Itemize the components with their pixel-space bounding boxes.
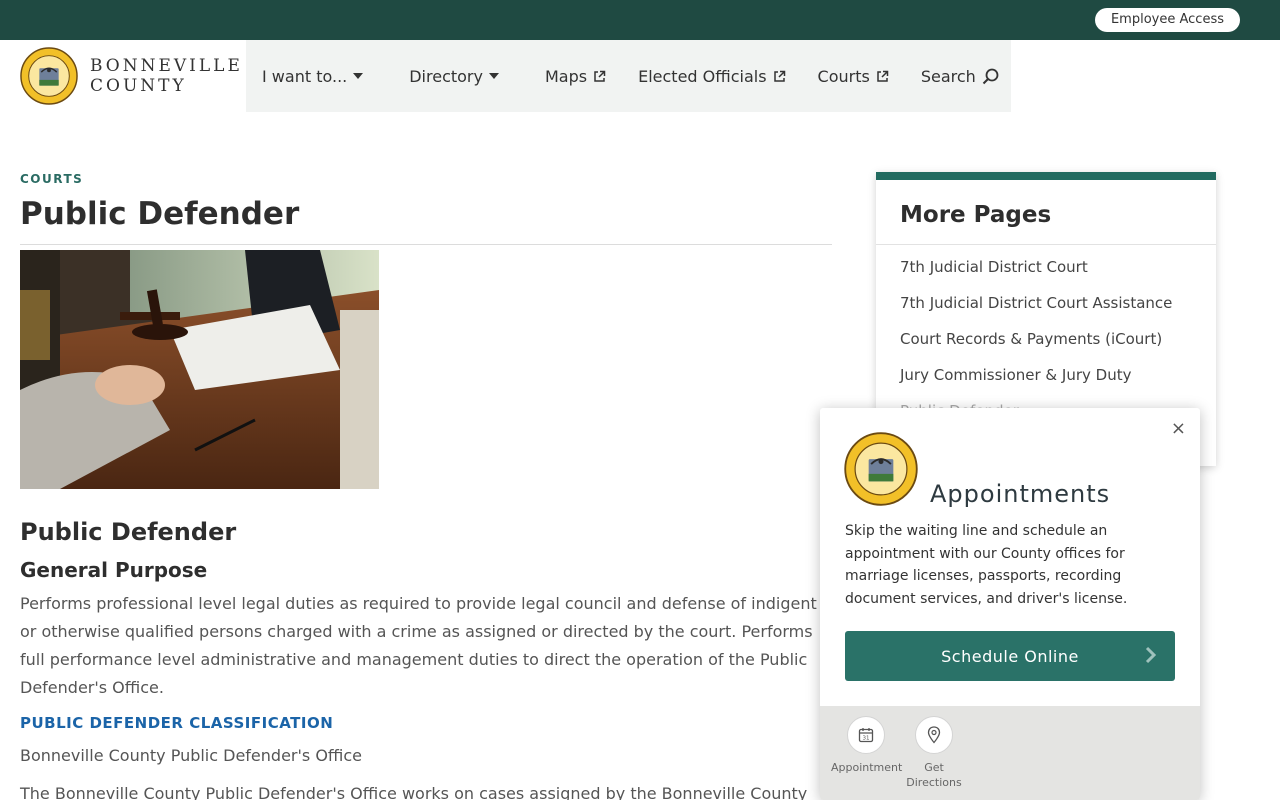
nav-i-want-to-label: I want to... bbox=[262, 66, 348, 86]
logo-wordmark: BONNEVILLE COUNTY bbox=[90, 56, 243, 96]
logo-line-2: COUNTY bbox=[90, 76, 187, 96]
appointments-footer: 31 Appointment Get Directions bbox=[820, 706, 1200, 800]
schedule-online-label: Schedule Online bbox=[941, 646, 1079, 666]
more-pages-item[interactable]: Court Records & Payments (iCourt) bbox=[900, 328, 1172, 364]
appointments-popup: × Appointments Skip the waiting line and… bbox=[820, 408, 1200, 800]
caret-down-icon bbox=[488, 73, 499, 79]
appointment-shortcut[interactable]: 31 Appointment bbox=[831, 716, 903, 775]
more-pages-item[interactable]: 7th Judicial District Court bbox=[900, 256, 1172, 292]
county-seal-icon bbox=[20, 47, 78, 105]
nav-search-label: Search bbox=[920, 66, 976, 86]
calendar-icon-day: 31 bbox=[863, 736, 870, 742]
more-pages-title: More Pages bbox=[900, 202, 1052, 228]
title-divider bbox=[20, 244, 832, 245]
get-directions-shortcut[interactable]: Get Directions bbox=[899, 716, 969, 790]
appointments-description: Skip the waiting line and schedule an ap… bbox=[845, 523, 1128, 607]
nav-courts[interactable]: Courts bbox=[802, 40, 905, 112]
caret-down-icon bbox=[353, 73, 364, 79]
external-link-icon bbox=[773, 70, 785, 82]
nav-maps[interactable]: Maps bbox=[529, 40, 622, 112]
hero-image bbox=[20, 250, 379, 489]
courtroom-photo bbox=[20, 250, 379, 489]
main-nav: I want to... Directory Maps Elected Offi… bbox=[246, 40, 1011, 112]
office-name-text: Bonneville County Public Defender's Offi… bbox=[20, 746, 363, 765]
site-header: BONNEVILLE COUNTY I want to... Directory… bbox=[0, 40, 1280, 112]
employee-access-button[interactable]: Employee Access bbox=[1094, 8, 1240, 32]
search-icon bbox=[982, 68, 999, 84]
map-pin-icon bbox=[915, 716, 953, 754]
nav-i-want-to[interactable]: I want to... bbox=[246, 40, 379, 112]
calendar-icon: 31 bbox=[847, 716, 885, 754]
nav-directory-label: Directory bbox=[409, 66, 483, 86]
general-purpose-text: Performs professional level legal duties… bbox=[20, 594, 817, 697]
nav-maps-label: Maps bbox=[544, 66, 588, 86]
section-heading: Public Defender bbox=[20, 518, 237, 546]
breadcrumb-category[interactable]: COURTS bbox=[20, 172, 83, 186]
nav-search[interactable]: Search bbox=[905, 40, 1015, 112]
appointment-shortcut-label: Appointment bbox=[831, 761, 903, 774]
more-pages-item[interactable]: 7th Judicial District Court Assistance bbox=[900, 292, 1172, 328]
more-pages-divider bbox=[876, 244, 1216, 245]
office-description-text: The Bonneville County Public Defender's … bbox=[20, 784, 808, 800]
classification-link[interactable]: PUBLIC DEFENDER CLASSIFICATION bbox=[20, 714, 333, 732]
nav-elected-officials-label: Elected Officials bbox=[638, 66, 767, 86]
chevron-right-icon bbox=[1145, 646, 1157, 664]
top-bar: Employee Access bbox=[0, 0, 1280, 40]
close-icon[interactable]: × bbox=[1171, 418, 1186, 439]
nav-courts-label: Courts bbox=[817, 66, 870, 86]
general-purpose-heading: General Purpose bbox=[20, 558, 208, 582]
more-pages-item[interactable]: Jury Commissioner & Jury Duty bbox=[900, 364, 1172, 400]
site-logo[interactable]: BONNEVILLE COUNTY bbox=[20, 46, 246, 106]
logo-line-1: BONNEVILLE bbox=[90, 56, 243, 76]
nav-directory[interactable]: Directory bbox=[393, 40, 515, 112]
external-link-icon bbox=[594, 70, 606, 82]
county-seal-icon bbox=[844, 432, 918, 506]
appointments-title: Appointments bbox=[930, 480, 1111, 508]
nav-elected-officials[interactable]: Elected Officials bbox=[622, 40, 801, 112]
page-title: Public Defender bbox=[20, 196, 300, 232]
schedule-online-button[interactable]: Schedule Online bbox=[845, 631, 1175, 681]
get-directions-label: Get Directions bbox=[906, 761, 962, 789]
external-link-icon bbox=[877, 70, 889, 82]
